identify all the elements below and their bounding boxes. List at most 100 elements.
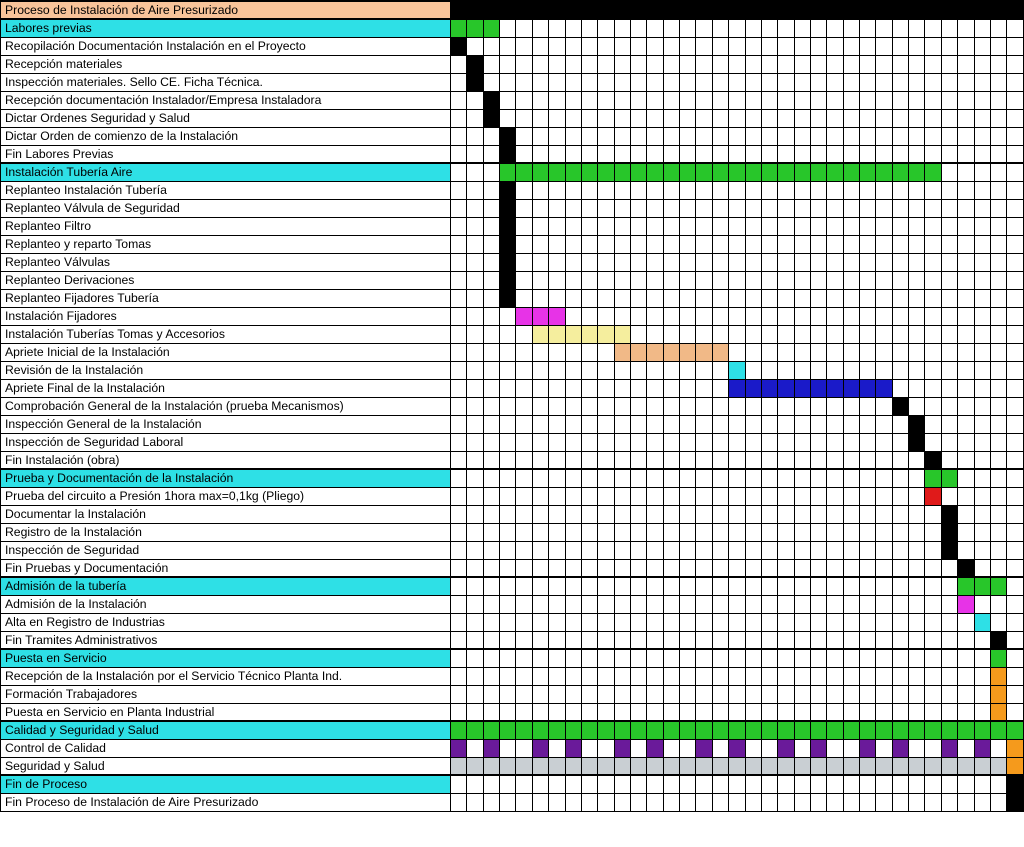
gantt-cell	[941, 127, 957, 145]
gantt-cell	[729, 73, 745, 91]
gantt-cell	[680, 775, 696, 793]
gantt-cell	[1007, 721, 1024, 739]
gantt-cell	[680, 1, 696, 19]
gantt-cell	[451, 361, 467, 379]
gantt-cell	[745, 703, 761, 721]
gantt-cell	[958, 541, 974, 559]
gantt-cell	[712, 37, 728, 55]
gantt-row: Recepción documentación Instalador/Empre…	[1, 91, 1024, 109]
gantt-cell	[532, 361, 548, 379]
gantt-cell	[467, 757, 483, 775]
gantt-row: Prueba del circuito a Presión 1hora max=…	[1, 487, 1024, 505]
gantt-cell	[680, 145, 696, 163]
gantt-cell	[516, 469, 532, 487]
gantt-cell	[549, 775, 565, 793]
gantt-cell	[614, 631, 630, 649]
gantt-cell	[860, 433, 876, 451]
gantt-cell	[974, 73, 990, 91]
gantt-cell	[974, 415, 990, 433]
gantt-cell	[860, 487, 876, 505]
gantt-cell	[827, 415, 843, 433]
gantt-cell	[598, 613, 614, 631]
gantt-row: Inspección de Seguridad Laboral	[1, 433, 1024, 451]
gantt-cell	[1007, 541, 1024, 559]
gantt-cell	[761, 91, 777, 109]
gantt-cell	[974, 541, 990, 559]
gantt-cell	[729, 775, 745, 793]
gantt-cell	[614, 73, 630, 91]
gantt-cell	[614, 127, 630, 145]
gantt-cell	[990, 91, 1006, 109]
gantt-cell	[810, 703, 826, 721]
gantt-cell	[467, 793, 483, 811]
gantt-cell	[729, 271, 745, 289]
gantt-cell	[549, 433, 565, 451]
gantt-cell	[647, 109, 663, 127]
gantt-cell	[974, 271, 990, 289]
gantt-cell	[647, 253, 663, 271]
gantt-cell	[451, 685, 467, 703]
gantt-cell	[532, 307, 548, 325]
gantt-cell	[843, 703, 859, 721]
gantt-row: Revisión de la Instalación	[1, 361, 1024, 379]
gantt-cell	[892, 667, 908, 685]
gantt-cell	[941, 253, 957, 271]
gantt-cell	[729, 235, 745, 253]
gantt-cell	[516, 361, 532, 379]
gantt-cell	[794, 1, 810, 19]
gantt-cell	[500, 1, 516, 19]
gantt-cell	[483, 19, 499, 37]
gantt-cell	[729, 217, 745, 235]
gantt-cell	[745, 541, 761, 559]
gantt-cell	[892, 379, 908, 397]
gantt-cell	[696, 595, 712, 613]
gantt-cell	[630, 577, 646, 595]
gantt-cell	[565, 55, 581, 73]
gantt-cell	[565, 559, 581, 577]
gantt-cell	[614, 1, 630, 19]
gantt-cell	[696, 631, 712, 649]
gantt-cell	[909, 613, 925, 631]
gantt-cell	[860, 757, 876, 775]
gantt-cell	[990, 487, 1006, 505]
gantt-cell	[549, 109, 565, 127]
row-label: Instalación Tuberías Tomas y Accesorios	[1, 325, 451, 343]
gantt-cell	[778, 271, 794, 289]
gantt-cell	[876, 217, 892, 235]
gantt-cell	[974, 595, 990, 613]
gantt-cell	[451, 451, 467, 469]
gantt-cell	[827, 631, 843, 649]
gantt-cell	[581, 775, 597, 793]
gantt-cell	[712, 487, 728, 505]
gantt-cell	[860, 271, 876, 289]
gantt-cell	[1007, 613, 1024, 631]
gantt-cell	[990, 793, 1006, 811]
gantt-cell	[892, 343, 908, 361]
gantt-cell	[990, 631, 1006, 649]
gantt-cell	[810, 235, 826, 253]
gantt-cell	[843, 775, 859, 793]
gantt-body: Proceso de Instalación de Aire Presuriza…	[1, 1, 1024, 811]
gantt-cell	[909, 325, 925, 343]
gantt-cell	[958, 631, 974, 649]
gantt-row: Puesta en Servicio	[1, 649, 1024, 667]
gantt-cell	[729, 37, 745, 55]
gantt-cell	[532, 793, 548, 811]
gantt-cell	[663, 217, 679, 235]
gantt-cell	[630, 163, 646, 181]
gantt-cell	[925, 235, 941, 253]
gantt-cell	[810, 523, 826, 541]
gantt-cell	[876, 469, 892, 487]
gantt-cell	[565, 217, 581, 235]
gantt-cell	[925, 523, 941, 541]
gantt-cell	[941, 217, 957, 235]
gantt-cell	[696, 55, 712, 73]
gantt-cell	[925, 667, 941, 685]
gantt-cell	[712, 631, 728, 649]
gantt-cell	[696, 37, 712, 55]
gantt-cell	[745, 487, 761, 505]
gantt-cell	[614, 325, 630, 343]
gantt-cell	[630, 289, 646, 307]
gantt-cell	[581, 127, 597, 145]
gantt-cell	[451, 91, 467, 109]
